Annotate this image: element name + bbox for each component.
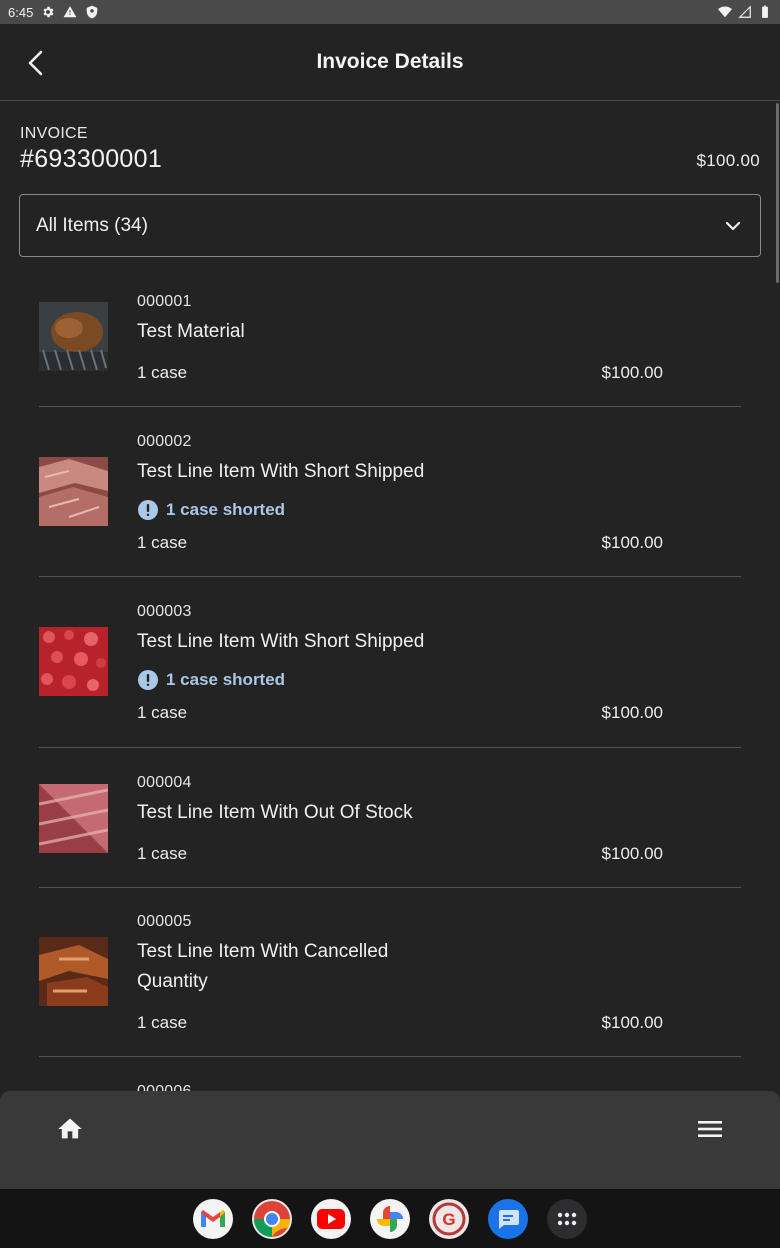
invoice-content[interactable]: INVOICE #693300001 $100.00 All Items (34… (0, 101, 780, 1091)
line-item[interactable]: 000006 (0, 1057, 780, 1091)
status-time: 6:45 (8, 4, 34, 20)
warning-icon (63, 6, 77, 18)
item-price: $100.00 (601, 533, 663, 552)
product-image (39, 937, 108, 1006)
shorted-text: 1 case shorted (166, 670, 286, 689)
item-name: Test Line Item With Out Of Stock (137, 802, 413, 823)
chrome-app-icon[interactable] (252, 1198, 292, 1239)
scrollbar[interactable] (776, 103, 779, 283)
invoice-label: INVOICE (20, 125, 88, 142)
item-quantity: 1 case (137, 533, 188, 552)
item-quantity: 1 case (137, 844, 188, 863)
app-bar: Invoice Details (0, 24, 780, 101)
item-quantity: 1 case (137, 703, 188, 722)
item-name: Test Line Item With Short Shipped (137, 461, 425, 482)
line-items-list: 000001 Test Material 1 case $100.00 0000… (0, 271, 780, 1091)
item-sku: 000006 (137, 1083, 192, 1091)
item-sku: 000005 (137, 913, 192, 930)
product-image (39, 627, 108, 696)
item-price: $100.00 (601, 1013, 663, 1032)
invoice-header: INVOICE #693300001 $100.00 (20, 125, 760, 174)
short-shipped-notice: 1 case shorted (137, 669, 285, 691)
item-name: Test Line Item With Cancelled Quantity (137, 941, 389, 992)
home-button[interactable] (56, 1115, 84, 1143)
item-quantity: 1 case (137, 1013, 188, 1032)
battery-icon (762, 5, 768, 18)
items-filter-dropdown[interactable]: All Items (34) (19, 194, 761, 257)
back-button[interactable] (22, 48, 50, 78)
shorted-text: 1 case shorted (166, 500, 286, 519)
item-name: Test Line Item With Short Shipped (137, 631, 425, 652)
photos-app-icon[interactable] (370, 1198, 410, 1239)
shield-icon (87, 5, 98, 19)
item-price: $100.00 (601, 703, 663, 722)
status-bar: 6:45 (0, 0, 780, 24)
youtube-app-icon[interactable] (311, 1198, 351, 1239)
svg-text:G: G (442, 1210, 455, 1229)
product-image (39, 302, 108, 371)
line-item[interactable]: 000005 Test Line Item With Cancelled Qua… (0, 887, 780, 1057)
info-circle-icon (138, 500, 158, 520)
signal-icon (738, 5, 751, 18)
home-icon (58, 1118, 82, 1139)
wifi-icon (718, 6, 732, 18)
line-item[interactable]: 000002 Test Line Item With Short Shipped… (0, 407, 780, 577)
invoice-number: #693300001 (20, 145, 163, 173)
product-image (39, 457, 108, 526)
short-shipped-notice: 1 case shorted (137, 499, 285, 521)
item-name: Test Material (137, 321, 245, 342)
settings-icon (43, 6, 54, 18)
menu-button[interactable] (696, 1115, 724, 1143)
line-item[interactable]: 000003 Test Line Item With Short Shipped… (0, 577, 780, 748)
filter-selected-value: All Items (34) (36, 214, 148, 236)
chevron-down-icon (722, 215, 744, 237)
system-dock: G (0, 1189, 780, 1248)
info-circle-icon (138, 670, 158, 690)
gmail-app-icon[interactable] (193, 1198, 233, 1239)
item-sku: 000004 (137, 774, 192, 791)
line-item[interactable]: 000001 Test Material 1 case $100.00 (0, 271, 780, 407)
invoice-total: $100.00 (696, 151, 760, 170)
item-sku: 000003 (137, 603, 192, 620)
hamburger-menu-icon (698, 1121, 722, 1137)
item-sku: 000001 (137, 293, 192, 310)
line-item[interactable]: 000004 Test Line Item With Out Of Stock … (0, 748, 780, 888)
page-title: Invoice Details (316, 50, 464, 73)
item-price: $100.00 (601, 363, 663, 382)
item-quantity: 1 case (137, 363, 188, 382)
item-price: $100.00 (601, 844, 663, 863)
app-drawer-icon[interactable] (547, 1198, 587, 1239)
product-image (39, 784, 108, 853)
arrow-back-icon (28, 50, 43, 76)
item-sku: 000002 (137, 433, 192, 450)
google-news-app-icon[interactable]: G (429, 1198, 469, 1239)
messages-app-icon[interactable] (488, 1198, 528, 1239)
bottom-navigation (0, 1091, 780, 1189)
